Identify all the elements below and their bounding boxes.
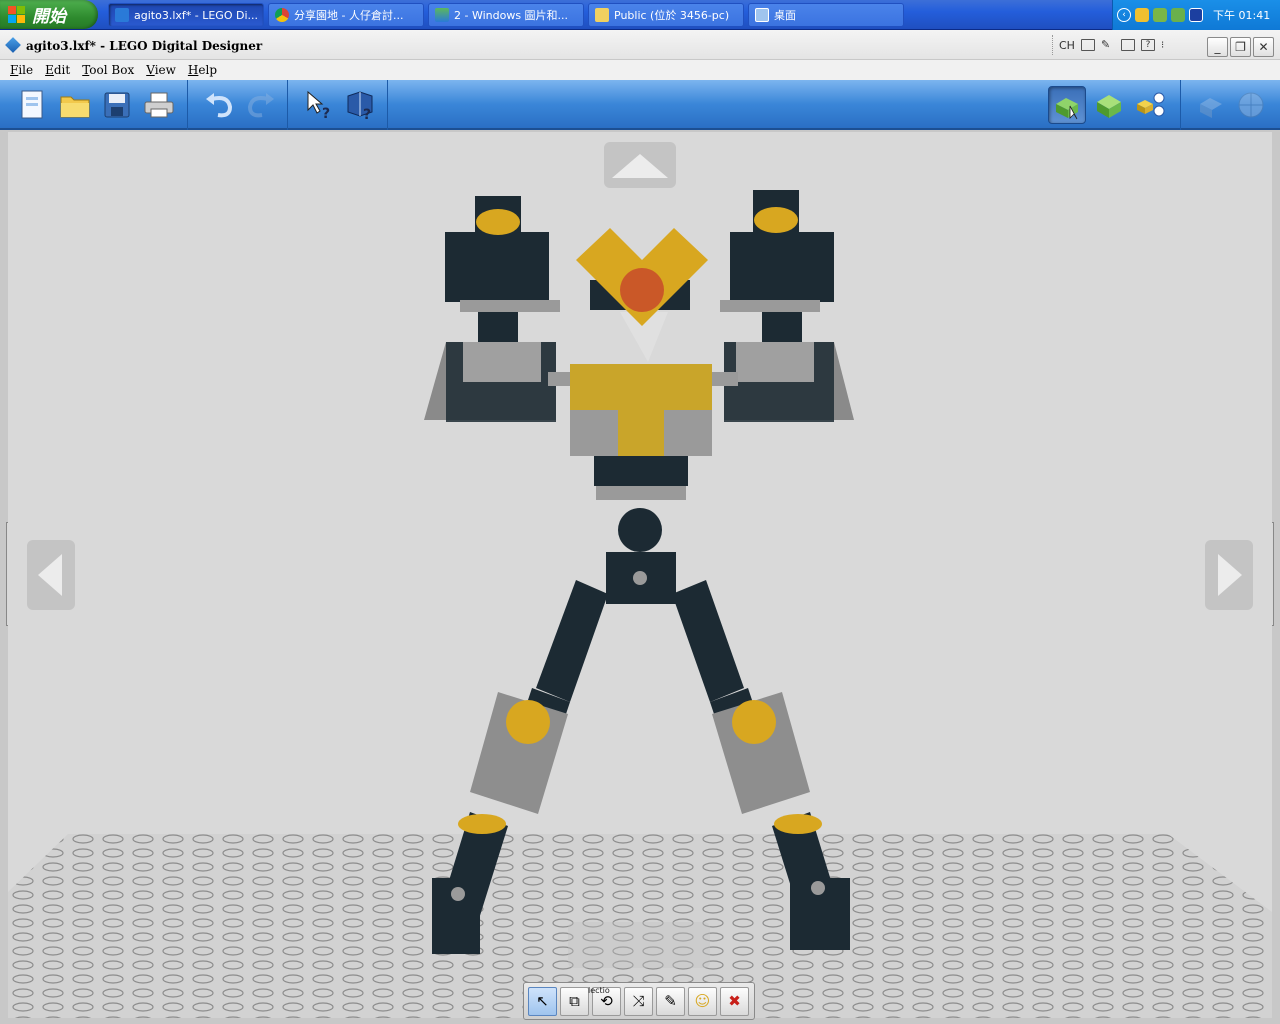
help-pointer-button[interactable]: ? <box>300 86 338 124</box>
build-mode-icon <box>1056 98 1078 120</box>
building-guide-icon <box>1137 92 1165 117</box>
menu-toolbox[interactable]: Tool Box <box>76 63 140 77</box>
delete-tool[interactable]: ✖ <box>720 986 749 1016</box>
paint-icon: ✎ <box>664 992 677 1010</box>
rotate-right-arrow[interactable] <box>1205 540 1253 610</box>
save-icon <box>104 92 130 118</box>
undo-icon <box>206 93 233 118</box>
share-icon <box>1200 98 1222 118</box>
print-button[interactable] <box>140 86 178 124</box>
new-document-icon <box>21 90 43 119</box>
menu-help[interactable]: Help <box>182 63 223 77</box>
taskbar-item-label: 分享園地 - 人仔倉討... <box>294 9 404 22</box>
maximize-button[interactable]: ❐ <box>1230 37 1251 57</box>
close-button[interactable]: ✕ <box>1253 37 1274 57</box>
rotate-down-arrow[interactable] <box>568 922 710 968</box>
desktop-icon <box>755 8 769 22</box>
restore-icon: ❐ <box>1235 40 1246 54</box>
lego-icon <box>115 8 129 22</box>
undo-button[interactable] <box>200 86 238 124</box>
windows-flag-icon <box>8 5 26 24</box>
taskbar-item-label: agito3.lxf* - LEGO Di... <box>134 8 258 22</box>
menu-file[interactable]: File <box>4 63 39 77</box>
hinge-align-icon: ⤨ <box>632 992 645 1010</box>
open-button[interactable] <box>56 86 94 124</box>
menu-view[interactable]: View <box>140 63 182 77</box>
taskbar-item-label: 桌面 <box>774 9 796 22</box>
help-pointer-icon: ? <box>307 90 330 120</box>
clone-tool[interactable]: ⧉ <box>560 986 589 1016</box>
decoration-tool[interactable]: ☺ <box>688 986 717 1016</box>
menu-edit[interactable]: Edit <box>39 63 76 77</box>
hinge-align-tool[interactable]: ⤨ <box>624 986 653 1016</box>
network-icon[interactable] <box>1171 8 1185 22</box>
keyboard-icon[interactable] <box>1080 39 1095 51</box>
tray-monitor-icon[interactable] <box>1189 8 1203 22</box>
cursor-icon: ↖ <box>536 992 549 1010</box>
system-tray: ‹ 下午 01:41 <box>1112 0 1280 30</box>
input-pad-icon[interactable] <box>1120 39 1135 51</box>
build-mode-button[interactable] <box>1048 86 1086 124</box>
window-title: agito3.lxf* - LEGO Digital Designer <box>26 39 263 53</box>
help-book-icon: ? <box>347 91 373 120</box>
taskbar-item-picture-viewer[interactable]: 2 - Windows 圖片和... <box>428 3 584 27</box>
decoration-icon: ☺ <box>694 992 711 1010</box>
paint-tool[interactable]: ✎ <box>656 986 685 1016</box>
scene-canvas[interactable] <box>8 132 1272 1018</box>
menu-bar: File Edit Tool Box View Help <box>0 60 1280 80</box>
picture-viewer-icon <box>435 8 449 22</box>
minimize-button[interactable]: _ <box>1207 37 1228 57</box>
view-mode-icon <box>1097 95 1121 118</box>
tray-expand-icon[interactable]: ‹ <box>1117 8 1131 22</box>
svg-text:?: ? <box>363 107 371 120</box>
taskbar: 開始 agito3.lxf* - LEGO Di... 分享園地 - 人仔倉討.… <box>0 0 1280 30</box>
warning-icon[interactable] <box>1135 8 1149 22</box>
taskbar-item-chrome[interactable]: 分享園地 - 人仔倉討... <box>268 3 424 27</box>
clone-icon: ⧉ <box>569 992 580 1010</box>
close-icon: ✕ <box>1258 40 1269 54</box>
view-mode-button[interactable] <box>1090 86 1128 124</box>
taskbar-item-desktop[interactable]: 桌面 <box>748 3 904 27</box>
lego-app-icon[interactable] <box>5 37 21 53</box>
language-label[interactable]: CH <box>1059 39 1075 52</box>
chrome-icon <box>275 8 289 22</box>
folder-open-icon <box>60 96 90 118</box>
globe-icon <box>1238 92 1264 118</box>
select-tool[interactable]: ↖ <box>528 986 557 1016</box>
pen-icon[interactable]: ✎ <box>1101 39 1115 51</box>
language-bar: CH ✎ ? ⁝ <box>1052 35 1192 55</box>
main-toolbar: ? ? <box>0 80 1280 130</box>
printer-icon <box>144 92 174 118</box>
tool-palette: ↖ ⧉ ⟲ ⤨ ✎ ☺ ✖ <box>523 982 755 1020</box>
web-button[interactable] <box>1232 86 1270 124</box>
taskbar-item-public-folder[interactable]: Public (位於 3456-pc) <box>588 3 744 27</box>
taskbar-item-label: Public (位於 3456-pc) <box>614 9 730 22</box>
tool-tooltip: lectio <box>588 986 610 995</box>
save-button[interactable] <box>98 86 136 124</box>
share-button[interactable] <box>1192 86 1230 124</box>
tray-app-icon[interactable] <box>1153 8 1167 22</box>
minimize-icon: _ <box>1214 40 1221 54</box>
new-button[interactable] <box>14 86 52 124</box>
svg-text:?: ? <box>322 106 330 120</box>
clock[interactable]: 下午 01:41 <box>1213 7 1270 23</box>
redo-icon <box>247 93 274 118</box>
start-label: 開始 <box>32 7 66 27</box>
start-button[interactable]: 開始 <box>0 0 98 29</box>
3d-viewport[interactable] <box>8 132 1272 1018</box>
building-guide-button[interactable] <box>1132 86 1170 124</box>
taskbar-item-lego[interactable]: agito3.lxf* - LEGO Di... <box>108 3 264 27</box>
help-book-button[interactable]: ? <box>341 86 379 124</box>
rotate-up-arrow[interactable] <box>604 142 676 188</box>
langbar-options-icon[interactable]: ⁝ <box>1161 40 1164 51</box>
rotate-left-arrow[interactable] <box>27 540 75 610</box>
folder-icon <box>595 8 609 22</box>
help-icon[interactable]: ? <box>1140 39 1155 51</box>
delete-icon: ✖ <box>728 992 741 1010</box>
taskbar-item-label: 2 - Windows 圖片和... <box>454 9 569 22</box>
redo-button[interactable] <box>242 86 280 124</box>
